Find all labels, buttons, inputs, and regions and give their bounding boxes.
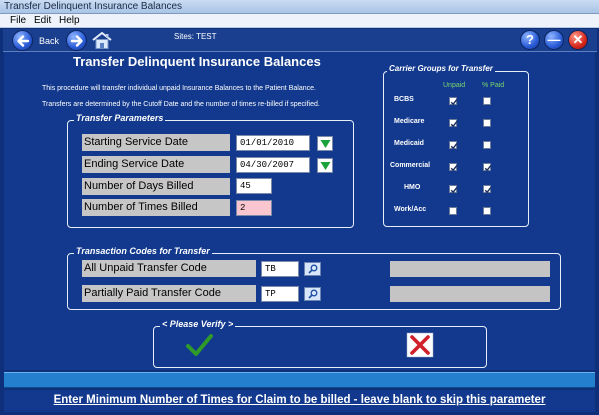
help-button[interactable]: ?: [520, 30, 540, 50]
checkbox-unpaid-hmo[interactable]: [449, 185, 458, 194]
intro-line-2: Transfers are determined by the Cutoff D…: [42, 101, 320, 108]
check-icon: [186, 334, 213, 356]
starting-date-dropdown-button[interactable]: [317, 136, 333, 151]
partial-transfer-code-input[interactable]: TP: [261, 286, 299, 302]
check-icon: [450, 121, 458, 128]
transaction-codes-legend: Transaction Codes for Transfer: [74, 246, 212, 256]
chevron-down-icon: [320, 140, 331, 148]
ending-service-date-label: Ending Service Date: [82, 156, 230, 173]
carrier-label-workacc: Work/Acc: [394, 206, 427, 213]
close-button[interactable]: ✕: [568, 30, 588, 50]
unpaid-code-description: [390, 261, 550, 277]
days-billed-label: Number of Days Billed: [82, 178, 230, 195]
checkbox-unpaid-bcbs[interactable]: [449, 97, 458, 106]
progress-bar: [4, 372, 595, 388]
verify-legend: < Please Verify >: [160, 319, 236, 329]
menu-help[interactable]: Help: [59, 15, 80, 26]
checkbox-paid-medicaid[interactable]: [483, 141, 491, 149]
confirm-button[interactable]: [185, 332, 213, 358]
cancel-button[interactable]: [406, 332, 434, 358]
checkbox-unpaid-medicaid[interactable]: [449, 141, 458, 150]
unpaid-transfer-code-label: All Unpaid Transfer Code: [82, 260, 256, 277]
days-billed-input[interactable]: 45: [236, 178, 272, 194]
carrier-groups-legend: Carrier Groups for Transfer: [387, 64, 495, 73]
partial-code-description: [390, 286, 550, 302]
sites-label: Sites: TEST: [174, 32, 217, 41]
check-icon: [484, 187, 492, 194]
checkbox-paid-workacc[interactable]: [483, 207, 491, 215]
checkbox-paid-hmo[interactable]: [483, 185, 492, 194]
check-icon: [450, 99, 458, 106]
times-billed-input[interactable]: 2: [236, 200, 272, 216]
times-billed-label: Number of Times Billed: [82, 199, 230, 216]
status-message: Enter Minimum Number of Times for Claim …: [4, 390, 595, 412]
toolbar: Back Sites: TEST ? — ✕: [3, 29, 597, 52]
minimize-icon: —: [547, 32, 561, 47]
paid-column-header: % Paid: [482, 82, 505, 89]
starting-service-date-label: Starting Service Date: [82, 134, 230, 151]
minimize-button[interactable]: —: [544, 30, 564, 50]
unpaid-transfer-code-input[interactable]: TB: [261, 261, 299, 277]
window-title: Transfer Delinquent Insurance Balances: [4, 1, 183, 12]
intro-line-1: This procedure will transfer individual …: [42, 85, 316, 92]
unpaid-column-header: Unpaid: [443, 82, 466, 89]
partial-transfer-code-label: Partially Paid Transfer Code: [82, 285, 256, 302]
partial-code-search-button[interactable]: [304, 287, 321, 301]
check-icon: [450, 165, 458, 172]
carrier-label-medicare: Medicare: [394, 118, 425, 125]
transfer-parameters-legend: Transfer Parameters: [74, 113, 166, 123]
checkbox-unpaid-workacc[interactable]: [449, 207, 457, 215]
chevron-down-icon: [320, 162, 331, 170]
forward-button[interactable]: [66, 30, 87, 51]
starting-service-date-input[interactable]: 01/01/2010: [236, 135, 310, 151]
check-icon: [484, 165, 492, 172]
checkbox-paid-medicare[interactable]: [483, 119, 491, 127]
carrier-label-bcbs: BCBS: [394, 96, 414, 103]
home-icon[interactable]: [91, 31, 113, 50]
ending-service-date-input[interactable]: 04/30/2007: [236, 157, 310, 173]
carrier-label-hmo: HMO: [404, 184, 421, 191]
back-button[interactable]: [12, 30, 33, 51]
check-icon: [450, 187, 458, 194]
search-icon: [308, 264, 318, 274]
page-title: Transfer Delinquent Insurance Balances: [73, 54, 321, 69]
menu-edit[interactable]: Edit: [34, 15, 51, 26]
check-icon: [450, 143, 458, 150]
menu-file[interactable]: File: [10, 15, 26, 26]
carrier-label-medicaid: Medicaid: [394, 140, 424, 147]
search-icon: [308, 289, 318, 299]
ending-date-dropdown-button[interactable]: [317, 158, 333, 173]
checkbox-unpaid-medicare[interactable]: [449, 119, 458, 128]
menu-bar: File Edit Help: [0, 14, 599, 28]
arrow-right-icon: [70, 35, 83, 47]
back-label[interactable]: Back: [39, 36, 59, 46]
checkbox-paid-bcbs[interactable]: [483, 97, 491, 105]
arrow-left-icon: [17, 35, 30, 47]
carrier-label-commercial: Commercial: [390, 162, 431, 169]
checkbox-paid-commercial[interactable]: [483, 163, 492, 172]
checkbox-unpaid-commercial[interactable]: [449, 163, 458, 172]
close-icon: ✕: [572, 32, 584, 47]
help-icon: ?: [526, 32, 534, 47]
unpaid-code-search-button[interactable]: [304, 262, 321, 276]
title-bar: Transfer Delinquent Insurance Balances: [0, 0, 599, 14]
